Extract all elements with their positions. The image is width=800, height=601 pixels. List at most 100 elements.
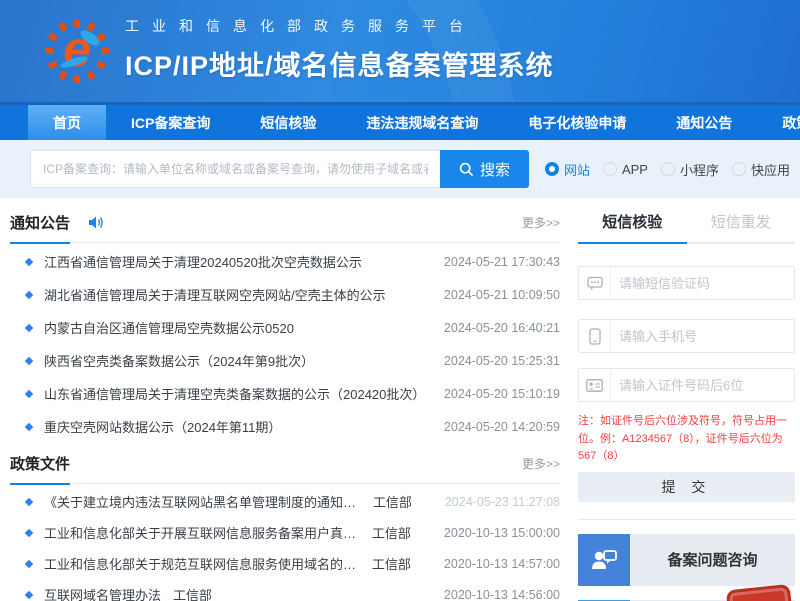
id-number-input[interactable] — [611, 378, 794, 393]
policy-date: 2020-10-13 15:00:00 — [434, 526, 560, 540]
nav-item[interactable]: 短信核验 — [235, 105, 341, 140]
bullet-diamond-icon — [25, 422, 33, 430]
bullet-diamond-icon — [25, 290, 33, 298]
phone-input[interactable] — [611, 329, 794, 344]
sms-tab[interactable]: 短信核验 — [578, 211, 687, 242]
notice-date: 2024-05-20 15:25:31 — [434, 354, 560, 368]
nav-item[interactable]: 首页 — [28, 105, 106, 140]
notices-more-link[interactable]: 更多>> — [522, 214, 560, 231]
policy-date: 2020-10-13 14:56:00 — [434, 588, 560, 601]
policy-date: 2024-05-23 11:27:08 — [435, 495, 560, 509]
svg-text:e: e — [63, 21, 91, 77]
policy-row: 《关于建立境内违法互联网站黑名单管理制度的通知》（工信部联 工信部 2024-0… — [10, 486, 560, 517]
left-column: 通知公告 更多>> 江西省通信管理局关于清理20240520批次空壳数据公示 2… — [10, 210, 560, 601]
icp-search-input[interactable] — [30, 150, 440, 188]
policy-link[interactable]: 工业和信息化部关于开展互联网信息服务备案用户真实身份信息电 — [44, 523, 360, 542]
radio-icon — [545, 162, 559, 176]
id-card-icon — [579, 369, 611, 401]
notice-link[interactable]: 重庆空壳网站数据公示（2024年第11期） — [44, 417, 281, 436]
sms-code-field-wrap — [578, 266, 795, 300]
notice-row: 重庆空壳网站数据公示（2024年第11期） 2024-05-20 14:20:5… — [10, 410, 560, 443]
policies-header: 政策文件 更多>> — [10, 453, 560, 484]
notice-row: 山东省通信管理局关于清理空壳类备案数据的公示（202420批次） 2024-05… — [10, 377, 560, 410]
main-nav: 首页 ICP备案查询 短信核验 违法违规域名查询 电子化核验申请 通知公告 政策… — [0, 102, 800, 140]
nav-item[interactable]: 电子化核验申请 — [503, 105, 651, 140]
search-type-radio[interactable]: 小程序 — [661, 160, 719, 179]
notice-link[interactable]: 内蒙古自治区通信管理局空壳数据公示0520 — [44, 318, 294, 337]
radio-label: 网站 — [564, 160, 590, 179]
nav-item[interactable]: 违法违规域名查询 — [341, 105, 503, 140]
consult-label: 备案问题咨询 — [630, 534, 795, 586]
policies-section: 政策文件 更多>> 《关于建立境内违法互联网站黑名单管理制度的通知》（工信部联 … — [10, 453, 560, 601]
sms-tabs: 短信核验 短信重发 — [578, 211, 795, 244]
policy-link[interactable]: 工业和信息化部关于规范互联网信息服务使用域名的通知 — [44, 554, 360, 573]
radio-label: 小程序 — [680, 160, 719, 179]
radio-icon — [603, 162, 617, 176]
notice-row: 陕西省空壳类备案数据公示（2024年第9批次） 2024-05-20 15:25… — [10, 344, 560, 377]
consult-person-icon — [578, 534, 630, 586]
policy-link[interactable]: 互联网域名管理办法 — [44, 585, 161, 601]
nav-item-label: 电子化核验申请 — [528, 113, 626, 133]
search-button-label: 搜索 — [480, 159, 510, 180]
policies-title: 政策文件 — [10, 453, 70, 474]
nav-item[interactable]: 政策文件 — [757, 105, 800, 140]
nav-item[interactable]: ICP备案查询 — [106, 105, 235, 140]
bullet-diamond-icon — [25, 323, 33, 331]
bullet-diamond-icon — [25, 528, 33, 536]
search-type-radio[interactable]: 网站 — [545, 160, 590, 179]
sms-tab[interactable]: 短信重发 — [687, 211, 796, 242]
policies-list: 《关于建立境内违法互联网站黑名单管理制度的通知》（工信部联 工信部 2024-0… — [10, 484, 560, 601]
miit-logo-icon: e — [44, 18, 110, 84]
notice-link[interactable]: 江西省通信管理局关于清理20240520批次空壳数据公示 — [44, 252, 362, 271]
nav-item-label: ICP备案查询 — [131, 113, 210, 133]
zhongqi-seal: 中旗 — [729, 587, 795, 601]
platform-title: 工业和信息化部政务服务平台 — [125, 16, 554, 36]
sms-message-icon — [579, 267, 611, 299]
nav-item-label: 通知公告 — [676, 113, 732, 133]
notice-link[interactable]: 陕西省空壳类备案数据公示（2024年第9批次） — [44, 351, 314, 370]
policy-source: 工信部 — [173, 585, 235, 601]
nav-item-label: 短信核验 — [260, 113, 316, 133]
policy-source: 工信部 — [372, 523, 434, 542]
right-column: 短信核验 短信重发 — [578, 210, 795, 601]
search-icon — [459, 162, 474, 177]
main-content: 通知公告 更多>> 江西省通信管理局关于清理20240520批次空壳数据公示 2… — [0, 198, 800, 601]
notice-row: 湖北省通信管理局关于清理互联网空壳网站/空壳主体的公示 2024-05-21 1… — [10, 278, 560, 311]
policy-row: 工业和信息化部关于规范互联网信息服务使用域名的通知 工信部 2020-10-13… — [10, 548, 560, 579]
bullet-diamond-icon — [25, 559, 33, 567]
notice-link[interactable]: 山东省通信管理局关于清理空壳类备案数据的公示（202420批次） — [44, 384, 425, 403]
page-header: e 工业和信息化部政务服务平台 ICP/IP地址/域名信息备案管理系统 — [0, 0, 800, 102]
notices-header: 通知公告 更多>> — [10, 212, 560, 243]
notice-date: 2024-05-20 16:40:21 — [434, 321, 560, 335]
notice-date: 2024-05-21 10:09:50 — [434, 288, 560, 302]
notices-title: 通知公告 — [10, 212, 70, 233]
radio-icon — [661, 162, 675, 176]
notices-section: 通知公告 更多>> 江西省通信管理局关于清理20240520批次空壳数据公示 2… — [10, 212, 560, 443]
policy-row: 工业和信息化部关于开展互联网信息服务备案用户真实身份信息电 工信部 2020-1… — [10, 517, 560, 548]
sms-note: 注：如证件号后六位涉及符号，符号占用一位。例：A1234567（8），证件号后六… — [578, 413, 795, 466]
nav-item-label: 首页 — [53, 113, 81, 133]
nav-item[interactable]: 通知公告 — [651, 105, 757, 140]
policies-more-link[interactable]: 更多>> — [522, 455, 560, 472]
notice-date: 2024-05-20 14:20:59 — [434, 420, 560, 434]
bullet-diamond-icon — [25, 389, 33, 397]
nav-item-label: 违法违规域名查询 — [366, 113, 478, 133]
system-title: ICP/IP地址/域名信息备案管理系统 — [125, 44, 554, 83]
submit-button[interactable]: 提 交 — [578, 472, 795, 502]
policy-link[interactable]: 《关于建立境内违法互联网站黑名单管理制度的通知》（工信部联 — [44, 492, 361, 511]
sms-code-input[interactable] — [611, 276, 794, 291]
policy-source: 工信部 — [373, 492, 435, 511]
consult-button[interactable]: 备案问题咨询 — [578, 534, 795, 586]
policy-source: 工信部 — [372, 554, 434, 573]
policy-row: 互联网域名管理办法 工信部 2020-10-13 14:56:00 — [10, 579, 560, 601]
sms-form: 注：如证件号后六位涉及符号，符号占用一位。例：A1234567（8），证件号后六… — [578, 266, 795, 502]
bullet-diamond-icon — [25, 590, 33, 598]
bullet-diamond-icon — [25, 257, 33, 265]
phone-icon — [579, 320, 611, 352]
search-button[interactable]: 搜索 — [440, 150, 529, 188]
search-type-radio[interactable]: APP — [603, 162, 648, 177]
notice-date: 2024-05-21 17:30:43 — [434, 255, 560, 269]
sms-tab-label: 短信核验 — [602, 214, 662, 231]
search-type-radio[interactable]: 快应用 — [732, 160, 790, 179]
notice-link[interactable]: 湖北省通信管理局关于清理互联网空壳网站/空壳主体的公示 — [44, 285, 386, 304]
